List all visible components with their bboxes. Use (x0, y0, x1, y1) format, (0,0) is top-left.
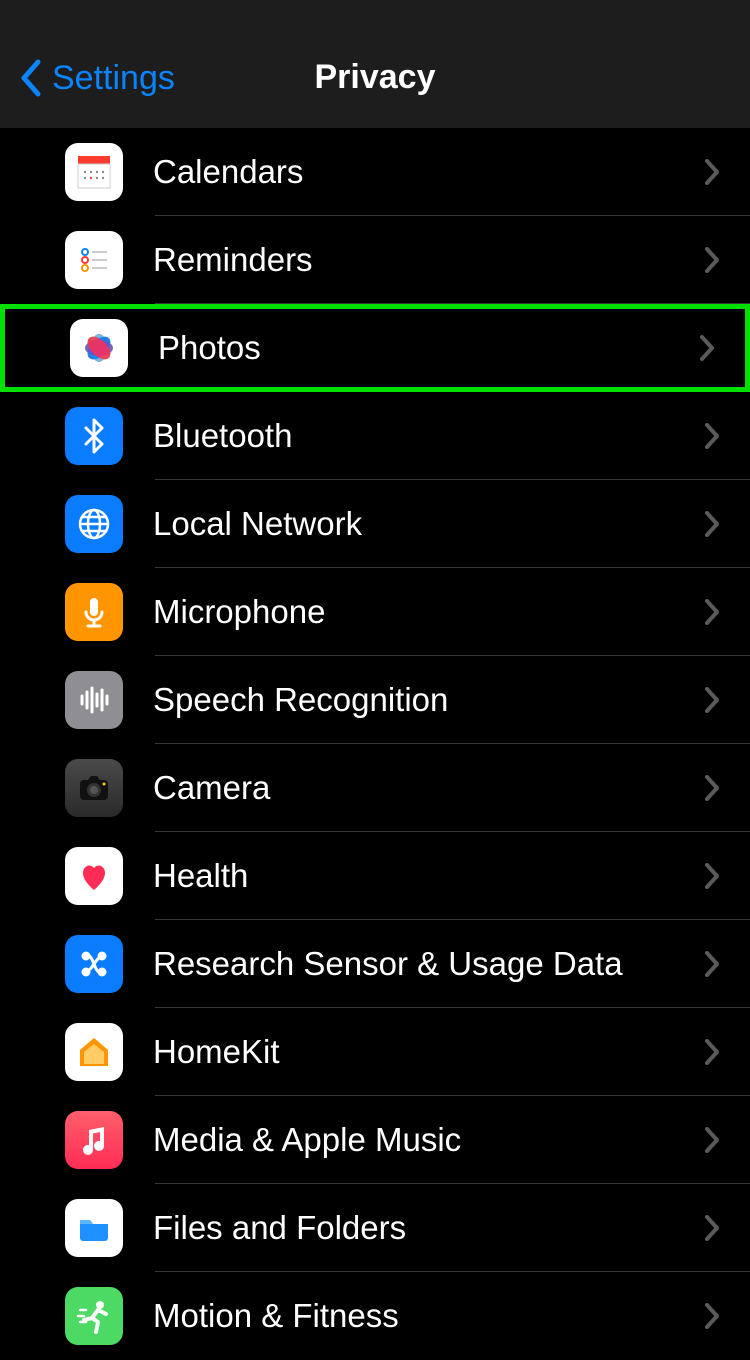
row-label: Files and Folders (153, 1209, 704, 1247)
chevron-right-icon (704, 950, 720, 978)
heart-icon (65, 847, 123, 905)
row-health[interactable]: Health (0, 832, 750, 920)
row-label: Health (153, 857, 704, 895)
reminders-icon (65, 231, 123, 289)
chevron-right-icon (704, 774, 720, 802)
row-local-network[interactable]: Local Network (0, 480, 750, 568)
row-label: HomeKit (153, 1033, 704, 1071)
row-label: Calendars (153, 153, 704, 191)
chevron-right-icon (704, 1302, 720, 1330)
row-camera[interactable]: Camera (0, 744, 750, 832)
globe-icon (65, 495, 123, 553)
chevron-right-icon (704, 422, 720, 450)
chevron-right-icon (704, 510, 720, 538)
running-icon (65, 1287, 123, 1345)
navbar: Settings Privacy (0, 0, 750, 128)
camera-icon (65, 759, 123, 817)
row-label: Bluetooth (153, 417, 704, 455)
row-label: Local Network (153, 505, 704, 543)
row-media-music[interactable]: Media & Apple Music (0, 1096, 750, 1184)
bluetooth-icon (65, 407, 123, 465)
page-title: Privacy (0, 58, 750, 97)
row-label: Photos (158, 329, 699, 367)
chevron-right-icon (704, 598, 720, 626)
row-calendars[interactable]: Calendars (0, 128, 750, 216)
chevron-right-icon (704, 246, 720, 274)
row-label: Research Sensor & Usage Data (153, 945, 704, 983)
row-bluetooth[interactable]: Bluetooth (0, 392, 750, 480)
row-microphone[interactable]: Microphone (0, 568, 750, 656)
row-files-folders[interactable]: Files and Folders (0, 1184, 750, 1272)
settings-list: Calendars Reminders Photos (0, 128, 750, 1360)
row-label: Camera (153, 769, 704, 807)
row-reminders[interactable]: Reminders (0, 216, 750, 304)
microphone-icon (65, 583, 123, 641)
row-research[interactable]: Research Sensor & Usage Data (0, 920, 750, 1008)
music-note-icon (65, 1111, 123, 1169)
chevron-right-icon (704, 1038, 720, 1066)
row-label: Motion & Fitness (153, 1297, 704, 1335)
row-label: Speech Recognition (153, 681, 704, 719)
calendars-icon (65, 143, 123, 201)
row-homekit[interactable]: HomeKit (0, 1008, 750, 1096)
row-label: Microphone (153, 593, 704, 631)
row-motion-fitness[interactable]: Motion & Fitness (0, 1272, 750, 1360)
chevron-right-icon (704, 862, 720, 890)
folder-icon (65, 1199, 123, 1257)
chevron-right-icon (704, 686, 720, 714)
chevron-right-icon (704, 1214, 720, 1242)
home-icon (65, 1023, 123, 1081)
research-icon (65, 935, 123, 993)
row-label: Media & Apple Music (153, 1121, 704, 1159)
row-speech-recognition[interactable]: Speech Recognition (0, 656, 750, 744)
waveform-icon (65, 671, 123, 729)
chevron-right-icon (704, 1126, 720, 1154)
row-label: Reminders (153, 241, 704, 279)
chevron-right-icon (699, 334, 715, 362)
chevron-right-icon (704, 158, 720, 186)
row-photos[interactable]: Photos (0, 304, 750, 392)
photos-icon (70, 319, 128, 377)
